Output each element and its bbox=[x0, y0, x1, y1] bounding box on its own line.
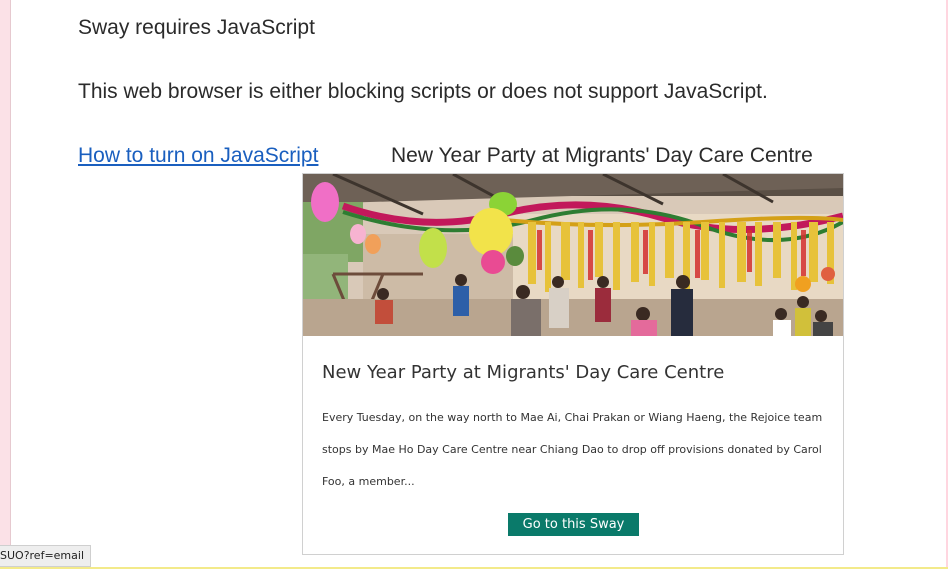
sway-card-description: Every Tuesday, on the way north to Mae A… bbox=[322, 411, 823, 488]
left-gutter bbox=[0, 0, 11, 569]
noscript-title: Sway requires JavaScript bbox=[78, 16, 315, 39]
noscript-message: This web browser is either blocking scri… bbox=[78, 80, 768, 103]
sway-cover-photo bbox=[303, 174, 843, 336]
go-to-sway-button[interactable]: Go to this Sway bbox=[508, 513, 639, 536]
how-to-enable-javascript-link[interactable]: How to turn on JavaScript bbox=[78, 144, 318, 168]
sway-preview-card: New Year Party at Migrants' Day Care Cen… bbox=[302, 173, 844, 555]
sway-heading: New Year Party at Migrants' Day Care Cen… bbox=[391, 144, 813, 167]
status-bar-url: SUO?ref=email bbox=[0, 545, 92, 567]
sway-card-title[interactable]: New Year Party at Migrants' Day Care Cen… bbox=[322, 362, 724, 383]
